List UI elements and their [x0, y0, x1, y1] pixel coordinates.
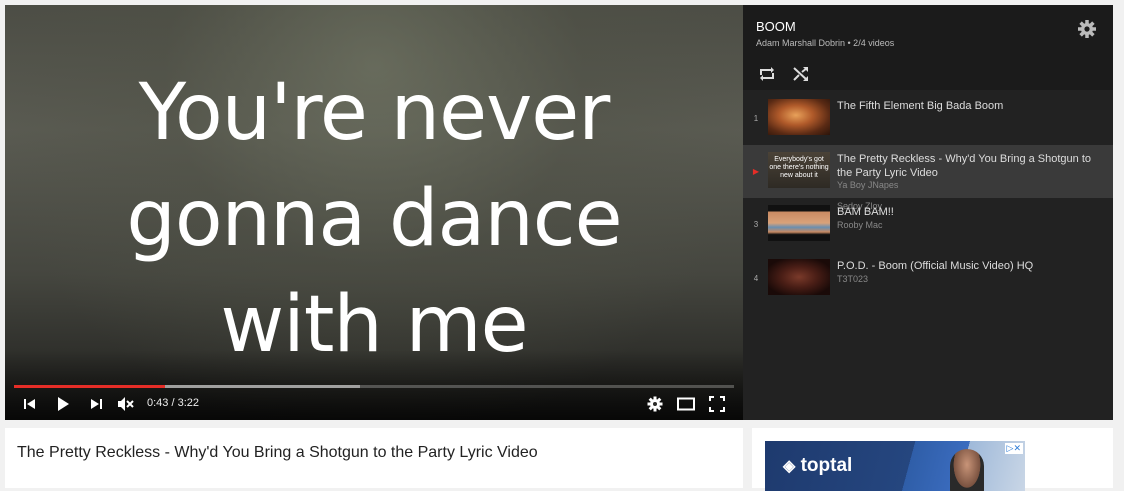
playlist-panel: BOOM Adam Marshall Dobrin • 2/4 videos 1…: [743, 5, 1113, 420]
play-icon: [58, 397, 69, 411]
next-icon: [91, 399, 102, 409]
fullscreen-icon: [709, 396, 725, 412]
playlist-item-index: 1: [753, 114, 759, 123]
playlist-item-index: 3: [753, 220, 759, 229]
playlist-subtitle: Adam Marshall Dobrin • 2/4 videos: [756, 38, 895, 48]
video-title: The Pretty Reckless - Why'd You Bring a …: [17, 444, 538, 461]
mute-icon: [118, 397, 134, 411]
now-playing-icon: ▶: [752, 167, 760, 176]
playlist-item-channel: T3T023: [837, 274, 869, 284]
thumbnail-text: Everybody's got one there's nothing new …: [769, 156, 829, 179]
settings-icon: [647, 396, 663, 412]
playlist-item[interactable]: 3 BAM BAM!! Rooby Mac: [743, 198, 1113, 251]
play-button[interactable]: [51, 393, 75, 415]
playlist-item-title: BAM BAM!!: [837, 206, 894, 218]
video-player[interactable]: You're never gonna dance with me 0:43 / …: [5, 5, 743, 420]
playlist-item-title: The Fifth Element Big Bada Boom: [837, 100, 1004, 112]
playlist-header: BOOM Adam Marshall Dobrin • 2/4 videos: [743, 5, 1113, 90]
time-display: 0:43 / 3:22: [147, 397, 199, 409]
settings-button[interactable]: [643, 393, 667, 415]
fullscreen-button[interactable]: [705, 393, 729, 415]
playlist-item-index: 4: [753, 274, 759, 283]
toptal-logo-icon: ◈: [783, 458, 796, 475]
playlist-item-title: P.O.D. - Boom (Official Music Video) HQ: [837, 260, 1034, 272]
toptal-logo-text: toptal: [800, 455, 853, 476]
progress-played: [14, 385, 166, 388]
playlist-title[interactable]: BOOM: [756, 19, 796, 34]
gear-icon: [1078, 20, 1096, 38]
playlist-item[interactable]: 1 The Fifth Element Big Bada Boom Sedoy …: [743, 92, 1113, 211]
lyric-line: You're never: [138, 68, 611, 158]
playlist-item-title: The Pretty Reckless - Why'd You Bring a …: [837, 153, 1092, 179]
mute-button[interactable]: [114, 393, 138, 415]
playlist-item[interactable]: 4 P.O.D. - Boom (Official Music Video) H…: [743, 252, 1113, 305]
playlist-item-active[interactable]: ▶ Everybody's got one there's nothing ne…: [743, 145, 1113, 198]
video-thumbnail: [768, 259, 830, 295]
previous-button[interactable]: [18, 393, 42, 415]
video-thumbnail: [768, 205, 830, 241]
shuffle-icon: [793, 67, 808, 81]
lyric-line: gonna dance: [126, 174, 622, 264]
theater-icon: [677, 397, 695, 411]
toptal-logo: ◈ toptal: [783, 455, 852, 477]
playlist-settings-button[interactable]: [1077, 19, 1099, 41]
playlist-item-channel: Ya Boy JNapes: [837, 180, 899, 190]
ad-card: ◈ toptal ▷✕: [752, 428, 1113, 491]
previous-icon: [24, 399, 35, 409]
video-thumbnail: Everybody's got one there's nothing new …: [768, 152, 830, 188]
ad-person-image: [950, 449, 984, 491]
video-thumbnail: [768, 99, 830, 135]
ad-choices-badge[interactable]: ▷✕: [1004, 443, 1023, 454]
video-frame-lyrics: You're never gonna dance with me: [5, 60, 743, 378]
loop-icon: [760, 67, 774, 81]
loop-button[interactable]: [758, 66, 778, 84]
shuffle-button[interactable]: [792, 66, 812, 84]
progress-bar[interactable]: [14, 385, 734, 388]
next-button[interactable]: [84, 393, 108, 415]
theater-mode-button[interactable]: [674, 393, 698, 415]
playlist-item-channel: Rooby Mac: [837, 220, 883, 230]
video-info-card: The Pretty Reckless - Why'd You Bring a …: [5, 428, 743, 488]
